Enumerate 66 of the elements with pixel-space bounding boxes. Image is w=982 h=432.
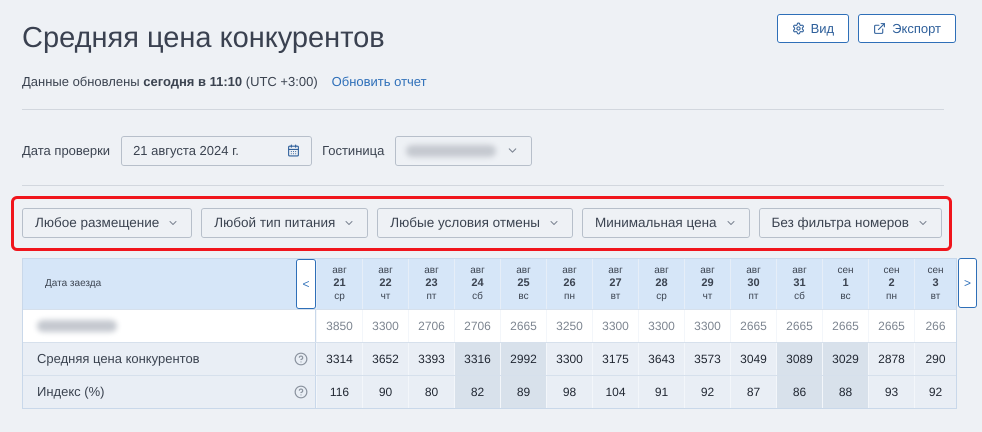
page-title: Средняя цена конкурентов [22, 21, 385, 56]
row-label: Средняя цена конкурентов [37, 350, 200, 368]
table-cell-text: 3850 [325, 318, 354, 334]
table-cell: 2992 [501, 342, 546, 374]
field-label: Дата проверки [22, 142, 110, 160]
filter-dropdown[interactable]: Минимальная цена [582, 208, 750, 238]
table-cell-text: 2665 [739, 318, 768, 334]
table-cell-text: 3300 [601, 318, 630, 334]
filter-dropdown[interactable]: Любые условия отмены [377, 208, 573, 238]
table-cell-text: 266 [924, 318, 947, 334]
table-cell-text: 3175 [601, 350, 630, 368]
table-cell-text: 90 [378, 384, 394, 400]
help-icon[interactable] [294, 352, 308, 366]
table-cell-text: 3300 [693, 318, 722, 334]
table-cell-text: 3049 [739, 350, 768, 368]
column-header: Дата заезда [45, 277, 102, 291]
settings-icon [792, 22, 805, 35]
date-field[interactable]: 21 августа 2024 г. [121, 136, 312, 166]
table-cell: 3316 [455, 342, 500, 374]
table-cell-text: 3393 [417, 350, 446, 368]
table-cell-text: 3250 [555, 318, 584, 334]
filter-dropdown[interactable]: Без фильтра номеров [758, 208, 942, 238]
table-cell-text: 91 [654, 384, 670, 400]
table-cell-text: 2665 [877, 318, 906, 334]
row-label: Индекс (%) [37, 382, 105, 401]
table-cell-text: 98 [562, 384, 578, 400]
filter-dropdown[interactable]: Любое размещение [22, 208, 192, 238]
help-icon[interactable] [294, 384, 308, 398]
field-label: Гостиница [322, 142, 384, 160]
export-button[interactable]: Экспорт [858, 14, 956, 43]
table-cell-text: 3300 [555, 350, 584, 368]
table-cell-text: 116 [328, 384, 350, 400]
table-cell-text: 2665 [509, 318, 538, 334]
table-cell-text: 93 [884, 384, 900, 400]
table-cell-text: 2665 [785, 318, 814, 334]
table-cell-text: 290 [924, 350, 947, 368]
table-cell-text: 2706 [463, 318, 492, 334]
table-cell-text: 3643 [647, 350, 676, 368]
hotel-select[interactable] [395, 136, 532, 166]
update-info: Данные обновлены сегодня в 11:10 (UTC +3:00) [22, 73, 318, 91]
calendar-icon [287, 144, 300, 157]
view-button[interactable]: Вид [776, 14, 850, 43]
refresh-report-link[interactable]: Обновить отчет [332, 72, 427, 92]
external-link-icon [873, 22, 886, 35]
table-cell: 89 [501, 376, 546, 408]
table-cell-text: 87 [746, 384, 762, 400]
table-cell: 3029 [823, 342, 868, 374]
previous-button[interactable]: < [296, 258, 316, 308]
table-cell-text: 80 [424, 384, 440, 400]
table-cell-text: 2665 [831, 318, 860, 334]
table-cell-text: 92 [700, 384, 716, 400]
table-cell-text: 3314 [325, 350, 354, 368]
table-cell-text: 92 [928, 384, 944, 400]
table-cell-text: 3300 [647, 318, 676, 334]
table-cell: 88 [823, 376, 868, 408]
table-cell-text: 3300 [371, 318, 400, 334]
table-cell: 86 [777, 376, 822, 408]
table-cell-text: 2878 [877, 350, 906, 368]
table-cell-text: 3573 [693, 350, 722, 368]
table-cell-text: 3652 [371, 350, 400, 368]
table-cell-text: 104 [604, 384, 627, 400]
next-button[interactable]: > [958, 258, 977, 308]
table-cell-text: 2706 [417, 318, 446, 334]
table-cell: 82 [455, 376, 500, 408]
table-cell: 3089 [777, 342, 822, 374]
filter-dropdown[interactable]: Любой тип питания [201, 208, 368, 238]
